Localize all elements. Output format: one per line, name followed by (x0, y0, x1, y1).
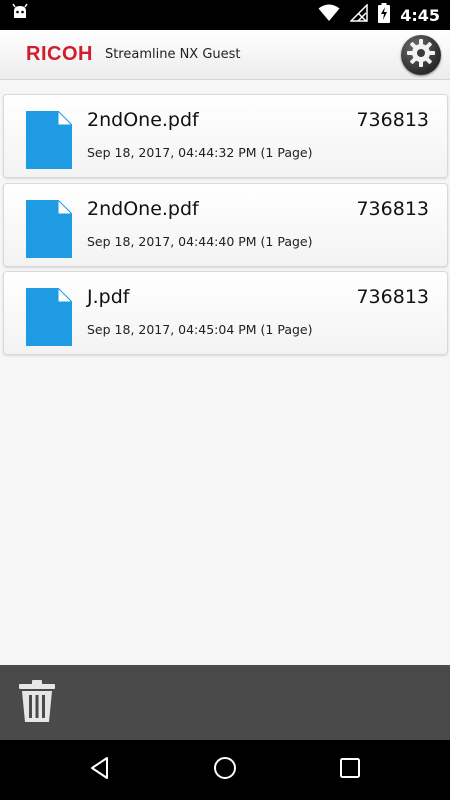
back-button[interactable] (82, 752, 118, 788)
file-size: 736813 (356, 286, 429, 308)
no-signal-icon (349, 3, 368, 26)
app-title: Streamline NX Guest (104, 47, 241, 62)
file-name: 2ndOne.pdf (87, 109, 199, 131)
app-header: RICOH Streamline NX Guest (0, 30, 450, 80)
file-date: Sep 18, 2017, 04:44:40 PM (1 Page) (87, 234, 313, 249)
settings-button[interactable] (401, 35, 441, 75)
back-icon (88, 756, 112, 784)
file-name: J.pdf (87, 286, 130, 308)
recents-icon (338, 756, 362, 784)
status-time: 4:45 (400, 5, 440, 25)
file-item[interactable]: 2ndOne.pdf 736813 Sep 18, 2017, 04:44:40… (3, 183, 448, 267)
brand-logo: RICOH (26, 43, 93, 65)
recents-button[interactable] (332, 752, 368, 788)
android-debug-icon (10, 3, 30, 27)
status-bar: 4:45 (0, 0, 450, 30)
file-item[interactable]: J.pdf 736813 Sep 18, 2017, 04:45:04 PM (… (3, 271, 448, 355)
file-date: Sep 18, 2017, 04:45:04 PM (1 Page) (87, 322, 313, 337)
navigation-bar (0, 740, 450, 800)
bottom-toolbar (0, 665, 450, 740)
wifi-icon (318, 4, 340, 26)
pdf-file-icon (26, 109, 74, 169)
delete-button[interactable] (15, 680, 59, 726)
file-item[interactable]: 2ndOne.pdf 736813 Sep 18, 2017, 04:44:32… (3, 94, 448, 178)
pdf-file-icon (26, 198, 74, 258)
battery-charging-icon (378, 3, 391, 27)
file-size: 736813 (356, 198, 429, 220)
pdf-file-icon (26, 286, 74, 346)
file-size: 736813 (356, 109, 429, 131)
gear-icon (406, 38, 436, 72)
file-date: Sep 18, 2017, 04:44:32 PM (1 Page) (87, 145, 313, 160)
home-button[interactable] (207, 752, 243, 788)
home-icon (213, 756, 237, 784)
trash-icon (18, 680, 56, 726)
file-name: 2ndOne.pdf (87, 198, 199, 220)
